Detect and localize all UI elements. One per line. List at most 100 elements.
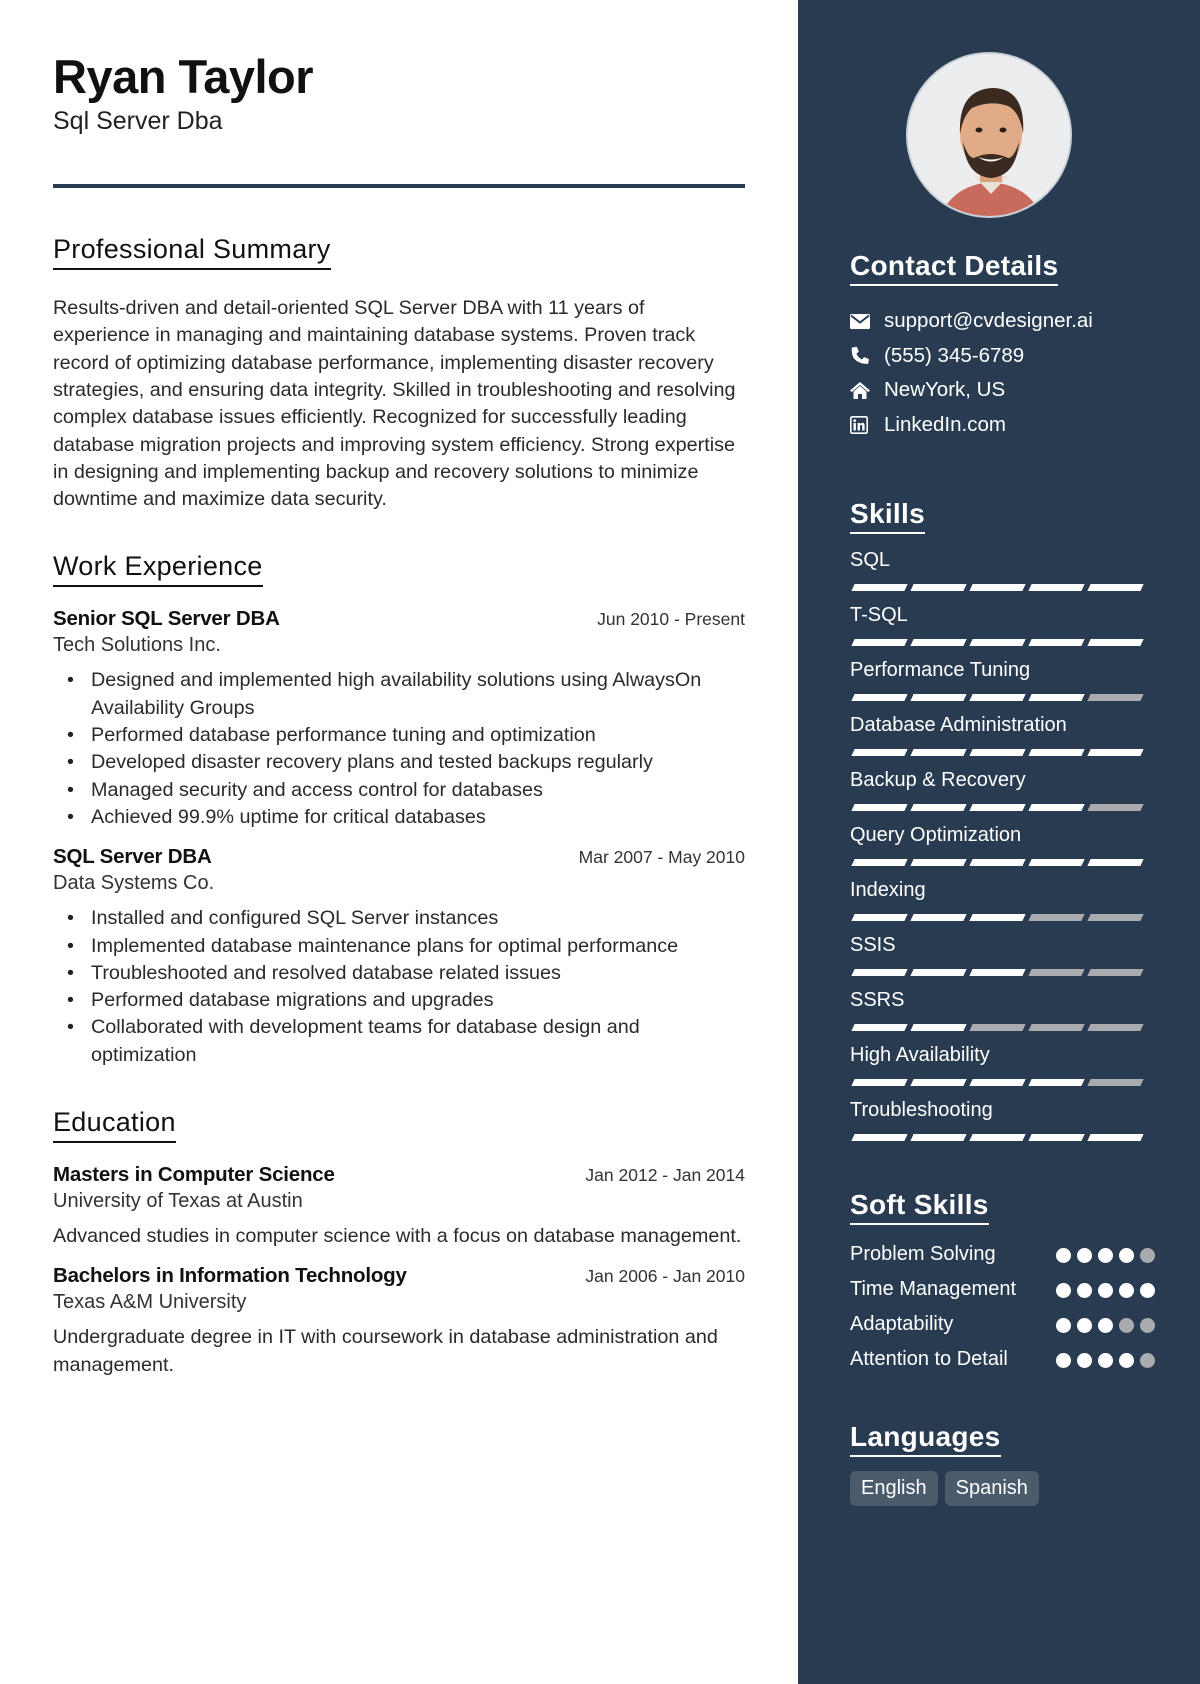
contact-email[interactable]: support@cvdesigner.ai (850, 304, 1155, 339)
rating-segment-filled (1087, 1134, 1144, 1141)
soft-skill-item: Time Management (850, 1276, 1155, 1303)
rating-segment-filled (910, 639, 967, 646)
education-dates: Jan 2006 - Jan 2010 (585, 1266, 745, 1287)
rating-segment-filled (910, 694, 967, 701)
rating-dot-filled (1056, 1283, 1071, 1298)
contact-phone[interactable]: (555) 345-6789 (850, 339, 1155, 374)
rating-dot-empty (1140, 1318, 1155, 1333)
contact-linkedin-text: LinkedIn.com (884, 412, 1006, 436)
soft-skill-rating (1056, 1276, 1155, 1298)
rating-segment-filled (1087, 584, 1144, 591)
rating-segment-filled (910, 584, 967, 591)
experience-heading: Work Experience (53, 551, 263, 588)
soft-skill-name: Attention to Detail (850, 1348, 1008, 1370)
rating-dot-filled (1056, 1248, 1071, 1263)
job-bullet: Developed disaster recovery plans and te… (67, 749, 745, 777)
job-bullet: Performed database performance tuning an… (67, 722, 745, 750)
education-dates: Jan 2012 - Jan 2014 (585, 1164, 745, 1185)
job-bullet: Achieved 99.9% uptime for critical datab… (67, 804, 745, 832)
rating-segment-filled (1028, 749, 1085, 756)
soft-skill-rating (1056, 1346, 1155, 1368)
rating-segment-filled (1028, 1134, 1085, 1141)
rating-segment-filled (1028, 694, 1085, 701)
job-role: SQL Server DBA (53, 845, 212, 869)
rating-segment-empty (1087, 1079, 1144, 1086)
rating-segment-filled (851, 969, 908, 976)
skill-item: Database Administration (850, 713, 1155, 756)
skill-name: High Availability (850, 1044, 990, 1066)
contact-email-text: support@cvdesigner.ai (884, 309, 1093, 333)
rating-segment-filled (1087, 749, 1144, 756)
languages-heading: Languages (850, 1421, 1001, 1457)
rating-dot-filled (1077, 1318, 1092, 1333)
rating-dot-filled (1119, 1353, 1134, 1368)
rating-dot-filled (1056, 1318, 1071, 1333)
skill-name: Query Optimization (850, 824, 1022, 846)
rating-segment-empty (1087, 694, 1144, 701)
rating-segment-filled (910, 914, 967, 921)
skill-item: Indexing (850, 878, 1155, 921)
phone-icon (850, 346, 884, 366)
profile-photo (906, 52, 1072, 218)
job-dates: Mar 2007 - May 2010 (578, 847, 745, 868)
soft-skill-rating (1056, 1241, 1155, 1263)
rating-segment-empty (1028, 969, 1085, 976)
job-bullet: Implemented database maintenance plans f… (67, 933, 745, 961)
rating-dot-filled (1098, 1318, 1113, 1333)
rating-segment-filled (969, 804, 1026, 811)
rating-dot-empty (1119, 1318, 1134, 1333)
skill-item: High Availability (850, 1043, 1155, 1086)
contact-location: NewYork, US (850, 373, 1155, 408)
skills-section: Skills SQL T-SQL Performance Tuning Databas… (850, 498, 1155, 1141)
soft-skill-item: Attention to Detail (850, 1346, 1155, 1373)
job-bullet: Managed security and access control for … (67, 777, 745, 805)
skill-name: Indexing (850, 879, 926, 901)
rating-dot-filled (1098, 1353, 1113, 1368)
skills-list: SQL T-SQL Performance Tuning Database Admin… (850, 548, 1155, 1141)
soft-skills-list: Problem Solving Time Management Adaptabili… (850, 1241, 1155, 1373)
language-badge: English (850, 1471, 938, 1506)
person-portrait-icon (908, 54, 1070, 216)
languages-list: English Spanish (850, 1471, 1155, 1506)
job-bullet: Installed and configured SQL Server inst… (67, 905, 745, 933)
linkedin-icon (850, 415, 884, 434)
degree: Bachelors in Information Technology (53, 1264, 407, 1288)
skill-name: SSRS (850, 989, 905, 1011)
skill-rating-bar (850, 1134, 1155, 1141)
skill-name: T-SQL (850, 604, 908, 626)
rating-dot-filled (1119, 1283, 1134, 1298)
contact-section: Contact Details support@cvdesigner.ai (5… (850, 250, 1155, 442)
rating-segment-filled (1028, 804, 1085, 811)
rating-dot-filled (1098, 1283, 1113, 1298)
rating-segment-filled (851, 749, 908, 756)
contact-linkedin[interactable]: LinkedIn.com (850, 408, 1155, 443)
rating-segment-filled (851, 584, 908, 591)
skill-name: Backup & Recovery (850, 769, 1026, 791)
rating-segment-filled (851, 914, 908, 921)
rating-segment-filled (1087, 859, 1144, 866)
rating-segment-filled (851, 1079, 908, 1086)
soft-skill-name: Time Management (850, 1278, 1016, 1300)
rating-segment-empty (1087, 1024, 1144, 1031)
rating-segment-filled (1028, 1079, 1085, 1086)
soft-skill-name: Problem Solving (850, 1243, 996, 1265)
rating-dot-filled (1077, 1283, 1092, 1298)
rating-segment-filled (969, 749, 1026, 756)
rating-segment-filled (851, 804, 908, 811)
contact-heading: Contact Details (850, 250, 1059, 286)
rating-dot-filled (1140, 1283, 1155, 1298)
job-bullet: Performed database migrations and upgrad… (67, 987, 745, 1015)
job-bullet: Collaborated with development teams for … (67, 1014, 745, 1069)
contact-phone-text: (555) 345-6789 (884, 343, 1025, 367)
job-company: Data Systems Co. (53, 872, 215, 895)
rating-segment-filled (851, 1024, 908, 1031)
rating-dot-filled (1056, 1353, 1071, 1368)
rating-segment-filled (969, 1079, 1026, 1086)
skill-rating-bar (850, 1024, 1155, 1031)
skill-name: Database Administration (850, 714, 1067, 736)
candidate-name: Ryan Taylor (53, 50, 314, 103)
rating-dot-filled (1077, 1353, 1092, 1368)
job-entry: Senior SQL Server DBA Jun 2010 - Present… (53, 607, 745, 831)
rating-dot-filled (1077, 1248, 1092, 1263)
skill-item: Performance Tuning (850, 658, 1155, 701)
